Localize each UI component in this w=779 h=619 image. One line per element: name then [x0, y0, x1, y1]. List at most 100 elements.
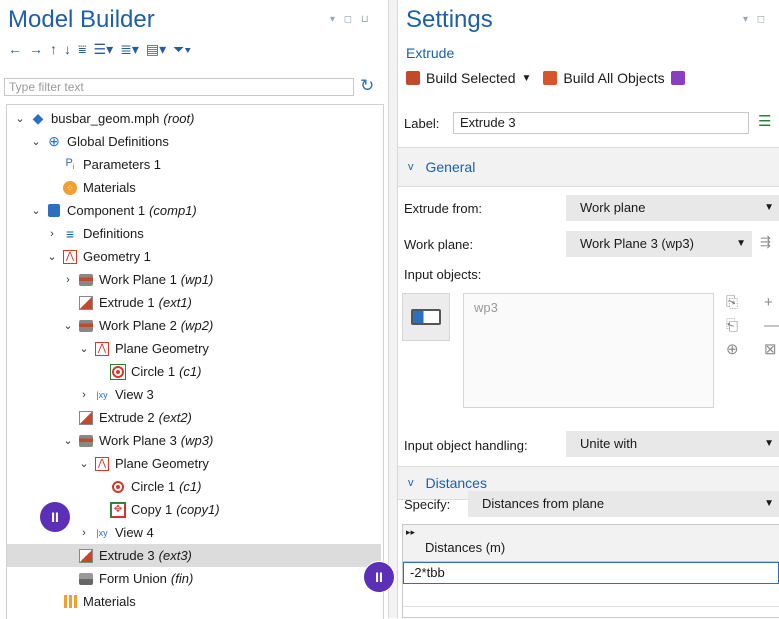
- tree-item-tag: (wp1): [180, 272, 214, 287]
- label-field[interactable]: Extrude 3: [453, 112, 749, 134]
- distances-table: ▸▸ Distances (m) -2*tbb: [402, 524, 779, 618]
- tree-item-circle-1-wp3[interactable]: Circle 1 (c1): [7, 475, 381, 498]
- tree-item-tag: (copy1): [176, 502, 220, 517]
- chevron-right-icon[interactable]: ›: [61, 274, 75, 286]
- panel-divider[interactable]: [389, 0, 397, 618]
- settings-title: Settings: [406, 6, 493, 33]
- tree-item-materials[interactable]: Materials: [7, 590, 381, 613]
- window-controls[interactable]: ▾ ◻ ⊔: [330, 14, 372, 25]
- geometry-icon: ⋀: [62, 249, 78, 265]
- settings-window-controls[interactable]: ▾ ◻: [743, 14, 768, 25]
- build-selected-dropdown-icon[interactable]: ▼: [522, 73, 532, 84]
- tree-item-label: Work Plane 3: [99, 433, 177, 448]
- tree-item-tag: (comp1): [149, 203, 197, 218]
- list-options-icon[interactable]: ▤▾: [146, 41, 166, 58]
- forward-arrow-icon[interactable]: →: [29, 41, 43, 57]
- tree-item-component-1[interactable]: ⌄ Component 1 (comp1): [7, 199, 381, 222]
- tree-item-label: Copy 1: [131, 502, 173, 517]
- general-section-title: General: [425, 159, 476, 175]
- tree-item-root[interactable]: ⌄ ◆ busbar_geom.mph (root): [7, 107, 381, 130]
- tree-item-label: Plane Geometry: [115, 456, 209, 471]
- settings-toolbar: Build Selected ▼ Build All Objects: [406, 70, 685, 86]
- paste-selection-icon[interactable]: ⎘: [726, 294, 738, 311]
- table-row-empty[interactable]: [403, 584, 779, 607]
- general-section-header[interactable]: v General: [398, 147, 779, 187]
- tree-item-label: Geometry 1: [83, 249, 151, 264]
- tree-item-definitions[interactable]: › ≡ Definitions: [7, 222, 381, 245]
- geometry-icon: ⋀: [94, 341, 110, 357]
- show-icon[interactable]: ⩸: [78, 41, 87, 58]
- specify-value: Distances from plane: [482, 496, 605, 511]
- chevron-down-icon[interactable]: ⌄: [61, 319, 75, 332]
- specify-select[interactable]: Distances from plane ▼: [468, 491, 779, 517]
- tree-item-view-3[interactable]: › |xy View 3: [7, 383, 381, 406]
- tree-item-extrude-2[interactable]: Extrude 2 (ext2): [7, 406, 381, 429]
- tree-item-plane-geometry-2[interactable]: ⌄ ⋀ Plane Geometry: [7, 337, 381, 360]
- chevron-down-icon[interactable]: ⌄: [61, 434, 75, 447]
- tree-item-extrude-3[interactable]: Extrude 3 (ext3): [7, 544, 381, 567]
- input-objects-item[interactable]: wp3: [474, 300, 498, 315]
- build-new-icon[interactable]: [670, 71, 685, 85]
- collapse-sections-icon[interactable]: ≣▾: [120, 41, 139, 58]
- chevron-down-icon[interactable]: ⌄: [77, 457, 91, 470]
- activate-selection-button[interactable]: [402, 293, 450, 341]
- chevron-right-icon[interactable]: ›: [77, 389, 91, 401]
- tree-item-label: Component 1: [67, 203, 146, 218]
- move-up-icon[interactable]: ↑: [50, 41, 57, 57]
- sort-icon: ▸▸: [406, 527, 416, 537]
- view-icon: |xy: [96, 527, 108, 538]
- globe-icon: ⊕: [48, 133, 60, 149]
- component-icon: [46, 203, 62, 219]
- zoom-selection-icon[interactable]: ⊕: [726, 340, 739, 358]
- extrude-from-caption: Extrude from:: [404, 201, 483, 216]
- extrude-from-select[interactable]: Work plane ▼: [566, 195, 779, 221]
- tree-filter-input[interactable]: Type filter text: [4, 78, 354, 96]
- back-arrow-icon[interactable]: ←: [8, 41, 22, 57]
- tree-item-label: Form Union: [99, 571, 167, 586]
- tree-item-plane-geometry-3[interactable]: ⌄ ⋀ Plane Geometry: [7, 452, 381, 475]
- tree-item-global-materials[interactable]: ⁘ Materials: [7, 176, 381, 199]
- work-plane-select[interactable]: Work Plane 3 (wp3) ▼: [566, 231, 752, 257]
- input-handling-select[interactable]: Unite with ▼: [566, 431, 779, 457]
- table-row[interactable]: -2*tbb: [403, 562, 779, 584]
- chevron-right-icon[interactable]: ›: [45, 228, 59, 240]
- expand-sections-icon[interactable]: ☰▾: [94, 41, 114, 58]
- tree-item-label: Global Definitions: [67, 134, 169, 149]
- build-selected-button[interactable]: Build Selected: [426, 70, 516, 86]
- remove-icon[interactable]: —: [764, 317, 779, 334]
- chevron-down-icon[interactable]: ⌄: [45, 250, 59, 263]
- distances-section-title: Distances: [425, 475, 487, 491]
- refresh-icon[interactable]: ↻: [360, 76, 374, 96]
- go-to-source-icon[interactable]: ⇶: [760, 234, 771, 250]
- chevron-right-icon[interactable]: ›: [77, 527, 91, 539]
- tree-item-geometry-1[interactable]: ⌄ ⋀ Geometry 1: [7, 245, 381, 268]
- chevron-down-icon: v: [408, 477, 414, 489]
- build-all-button[interactable]: Build All Objects: [563, 70, 664, 86]
- chevron-down-icon[interactable]: ⌄: [13, 112, 27, 125]
- tree-item-tag: (ext2): [158, 410, 192, 425]
- build-selected-icon: [406, 71, 420, 85]
- tree-item-extrude-1[interactable]: Extrude 1 (ext1): [7, 291, 381, 314]
- step-badge: II: [40, 502, 70, 532]
- input-objects-caption: Input objects:: [404, 267, 482, 282]
- tree-item-circle-1-wp2[interactable]: Circle 1 (c1): [7, 360, 381, 383]
- tree-item-work-plane-3[interactable]: ⌄ Work Plane 3 (wp3): [7, 429, 381, 452]
- chevron-down-icon[interactable]: ⌄: [29, 204, 43, 217]
- move-down-icon[interactable]: ↓: [64, 41, 71, 57]
- label-action-icon[interactable]: ☰: [758, 112, 771, 130]
- chevron-down-icon[interactable]: ⌄: [77, 342, 91, 355]
- tree-item-form-union[interactable]: Form Union (fin): [7, 567, 381, 590]
- add-icon[interactable]: +: [764, 294, 773, 311]
- materials-icon: ⁘: [62, 180, 78, 196]
- step-badge: II: [364, 562, 394, 592]
- clear-selection-icon[interactable]: ⎗: [726, 317, 738, 334]
- tree-item-work-plane-2[interactable]: ⌄ Work Plane 2 (wp2): [7, 314, 381, 337]
- chevron-down-icon[interactable]: ⌄: [29, 135, 43, 148]
- tree-item-global-definitions[interactable]: ⌄ ⊕ Global Definitions: [7, 130, 381, 153]
- tree-item-work-plane-1[interactable]: › Work Plane 1 (wp1): [7, 268, 381, 291]
- clear-all-icon[interactable]: ⊠: [764, 340, 777, 358]
- input-objects-list[interactable]: wp3: [463, 293, 714, 408]
- filter-options-icon[interactable]: ⏷▾: [173, 41, 191, 58]
- table-header[interactable]: ▸▸ Distances (m): [403, 525, 779, 562]
- tree-item-parameters-1[interactable]: Pi Parameters 1: [7, 153, 381, 176]
